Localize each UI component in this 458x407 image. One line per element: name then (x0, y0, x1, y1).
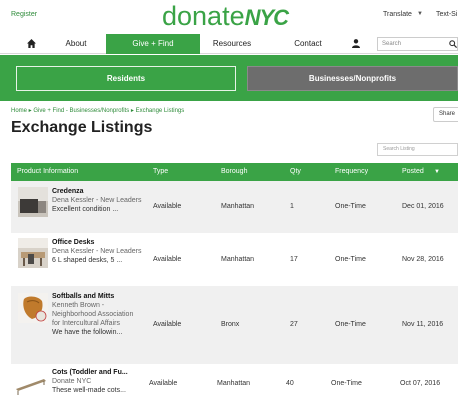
user-icon (352, 39, 360, 48)
product-info: Softballs and Mitts Kenneth Brown - Neig… (52, 292, 142, 337)
main-nav: About Give + Find Resources Contact Sear… (0, 34, 458, 54)
sort-desc-icon[interactable]: ▼ (434, 163, 440, 181)
logo-donate-text: donate (162, 1, 245, 31)
nav-about[interactable]: About (52, 34, 100, 54)
register-link[interactable]: Register (11, 11, 37, 18)
nav-home[interactable] (22, 34, 40, 54)
type-cell: Available (153, 256, 182, 263)
posted-cell: Nov 11, 2016 (402, 321, 444, 328)
table-row[interactable]: Office Desks Dena Kessler - New Leaders … (11, 233, 458, 286)
softballs-mitts-thumbnail (18, 293, 48, 323)
table-row[interactable]: Credenza Dena Kessler - New Leaders Exce… (11, 181, 458, 233)
posted-cell: Nov 28, 2016 (402, 256, 444, 263)
product-name[interactable]: Credenza (52, 187, 142, 196)
qty-cell: 40 (286, 380, 294, 387)
product-poster: Donate NYC (52, 378, 92, 385)
product-description: 6 L shaped desks, 5 ... (52, 257, 123, 264)
product-info: Office Desks Dena Kessler - New Leaders … (52, 238, 142, 265)
page-title: Exchange Listings (11, 119, 153, 136)
table-row[interactable]: Softballs and Mitts Kenneth Brown - Neig… (11, 286, 458, 364)
frequency-cell: One-Time (335, 256, 366, 263)
product-info: Credenza Dena Kessler - New Leaders Exce… (52, 187, 142, 214)
breadcrumb[interactable]: Home ▸ Give + Find - Businesses/Nonprofi… (11, 107, 184, 114)
frequency-cell: One-Time (335, 203, 366, 210)
nav-resources[interactable]: Resources (200, 34, 264, 54)
type-cell: Available (153, 203, 182, 210)
share-button[interactable]: Share (433, 107, 458, 122)
col-type[interactable]: Type (153, 163, 168, 181)
nav-give-find[interactable]: Give + Find (106, 34, 200, 54)
nav-contact[interactable]: Contact (283, 34, 333, 54)
product-poster: Dena Kessler - New Leaders (52, 248, 142, 255)
search-icon[interactable] (449, 40, 457, 48)
product-name[interactable]: Cots (Toddler and Fu... (52, 368, 142, 377)
home-icon (26, 39, 36, 48)
qty-cell: 17 (290, 256, 298, 263)
logo-nyc-text: NYC (244, 5, 289, 30)
qty-cell: 1 (290, 203, 294, 210)
credenza-thumbnail (18, 187, 48, 217)
audience-toggle-band: Residents Businesses/Nonprofits (0, 55, 458, 101)
col-frequency[interactable]: Frequency (335, 163, 368, 181)
type-cell: Available (149, 380, 178, 387)
residents-tab[interactable]: Residents (16, 66, 236, 91)
table-row[interactable]: Cots (Toddler and Fu... Donate NYC These… (11, 364, 458, 407)
col-posted[interactable]: Posted (402, 163, 424, 181)
translate-button[interactable]: Translate (383, 11, 412, 18)
frequency-cell: One-Time (335, 321, 366, 328)
table-header: Product Information Type Borough Qty Fre… (11, 163, 458, 181)
product-name[interactable]: Softballs and Mitts (52, 292, 142, 301)
cots-thumbnail (14, 369, 48, 399)
businesses-nonprofits-tab[interactable]: Businesses/Nonprofits (247, 66, 458, 91)
col-qty[interactable]: Qty (290, 163, 301, 181)
borough-cell: Manhattan (221, 256, 255, 263)
text-size-link[interactable]: Text-Si (436, 11, 457, 18)
office-desks-thumbnail (18, 238, 48, 268)
borough-cell: Bronx (221, 321, 240, 328)
top-bar: Register donateNYC Translate ▼ Text-Si (0, 0, 458, 34)
col-product-information[interactable]: Product Information (17, 163, 78, 181)
borough-cell: Manhattan (217, 380, 251, 387)
site-search-input[interactable]: Search (377, 37, 458, 51)
nav-account[interactable] (348, 34, 364, 54)
qty-cell: 27 (290, 321, 298, 328)
frequency-cell: One-Time (331, 380, 362, 387)
product-poster: Dena Kessler - New Leaders (52, 197, 142, 204)
product-description: We have the followin... (52, 329, 123, 336)
col-borough[interactable]: Borough (221, 163, 247, 181)
product-poster: Kenneth Brown - Neighborhood Association… (52, 302, 134, 327)
translate-dropdown-icon[interactable]: ▼ (417, 11, 423, 17)
donatenyc-logo[interactable]: donateNYC (162, 1, 289, 31)
product-description: These well-made cots... (52, 387, 126, 394)
product-description: Excellent condition ... (52, 206, 119, 213)
borough-cell: Manhattan (221, 203, 255, 210)
product-name[interactable]: Office Desks (52, 238, 142, 247)
posted-cell: Oct 07, 2016 (400, 380, 441, 387)
type-cell: Available (153, 321, 182, 328)
product-info: Cots (Toddler and Fu... Donate NYC These… (52, 368, 142, 395)
search-listing-input[interactable]: Search Listing (377, 143, 458, 156)
posted-cell: Dec 01, 2016 (402, 203, 444, 210)
